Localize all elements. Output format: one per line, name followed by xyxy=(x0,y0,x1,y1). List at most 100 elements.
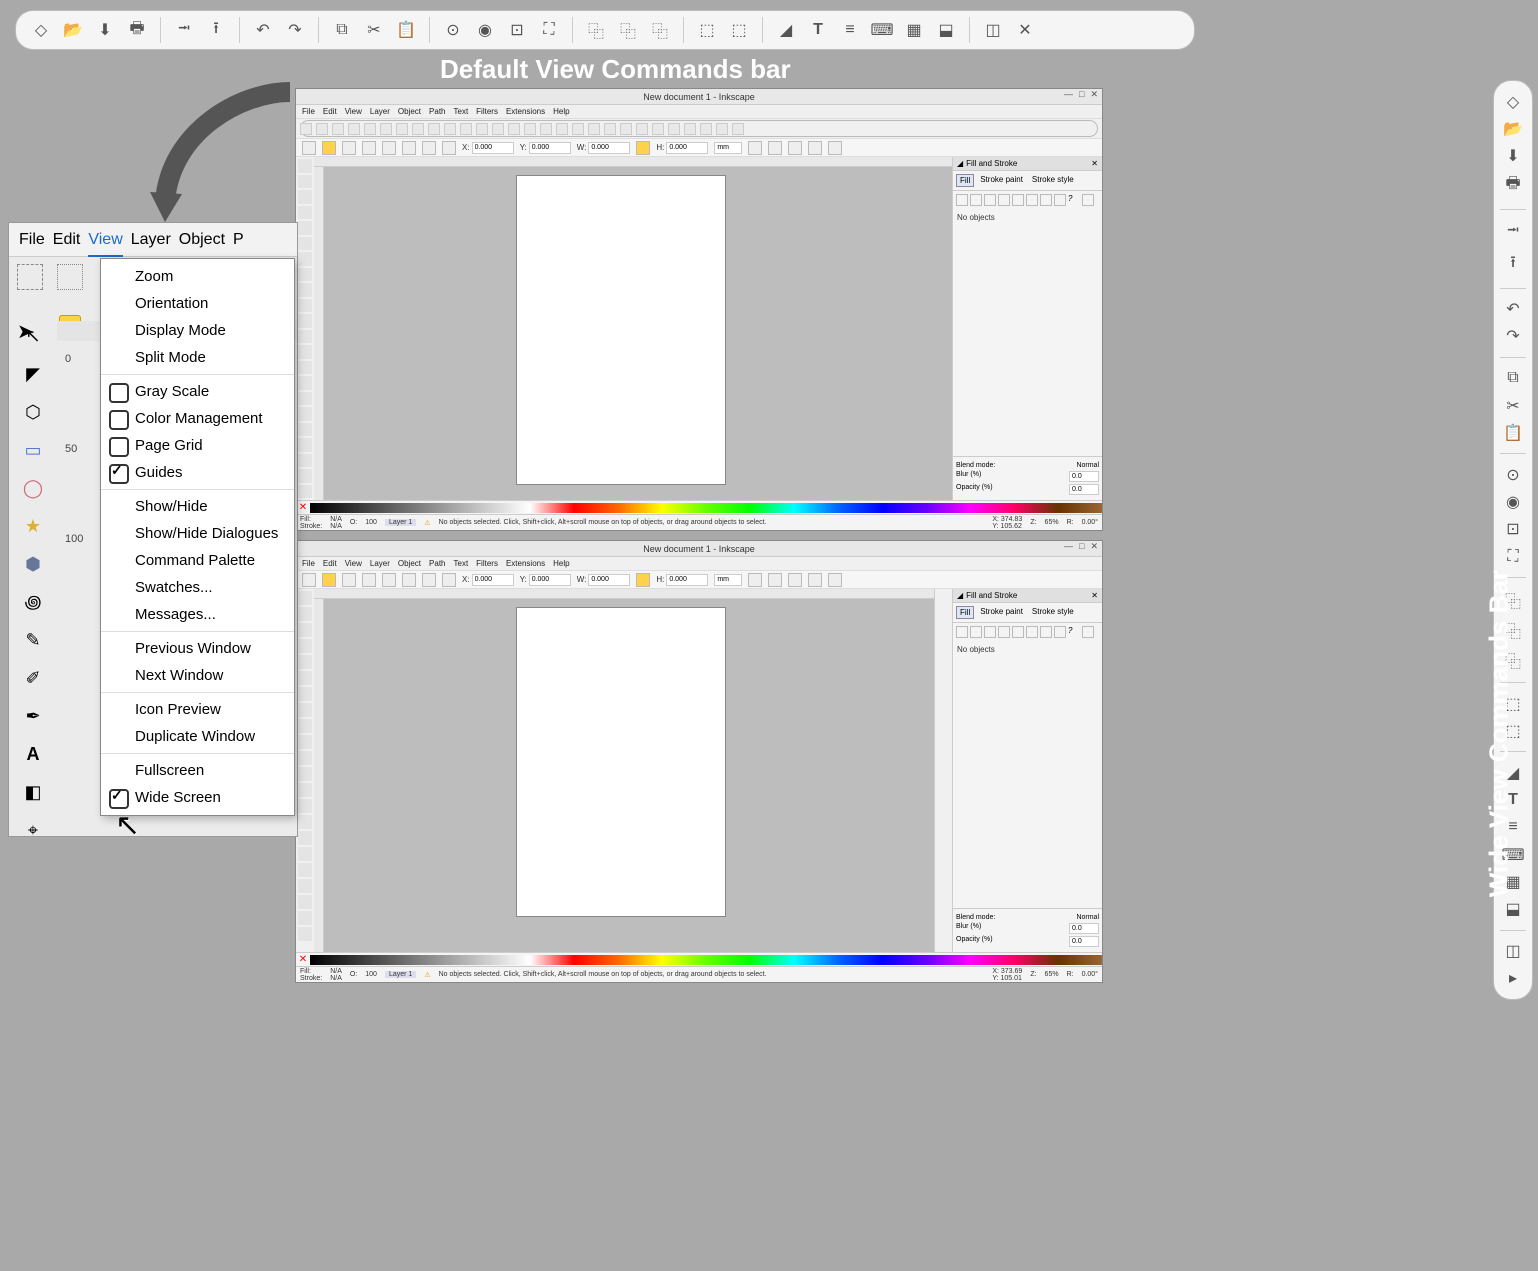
toolbox-tool[interactable] xyxy=(298,159,312,173)
spiral-tool-icon[interactable]: ꩜ xyxy=(18,587,48,617)
box3d-tool-icon[interactable]: ⬢ xyxy=(18,549,48,579)
blend-select[interactable]: Normal xyxy=(1076,914,1099,921)
toolbox-tool[interactable] xyxy=(298,376,312,390)
rotate-value[interactable]: 0.00° xyxy=(1082,971,1098,978)
toolbox-tool[interactable] xyxy=(298,345,312,359)
duplicate-icon[interactable]: ⿻ xyxy=(583,17,609,43)
blur-input[interactable] xyxy=(1069,471,1099,482)
arrow-tool-icon[interactable]: ↖ xyxy=(18,321,48,351)
ctrl-icon[interactable] xyxy=(382,573,396,587)
toolbox-tool[interactable] xyxy=(298,454,312,468)
toolbox-tool[interactable] xyxy=(298,687,312,701)
cut-icon[interactable]: ✂ xyxy=(361,17,387,43)
tb-icon[interactable] xyxy=(316,123,328,135)
toolbox-tool[interactable] xyxy=(298,831,312,845)
align-icon[interactable]: ▦ xyxy=(901,17,927,43)
save-icon[interactable]: ⬇ xyxy=(1500,146,1526,167)
zoom-move-icon[interactable]: ⛶ xyxy=(536,17,562,43)
tab-fill[interactable]: Fill xyxy=(956,174,974,187)
menu-view[interactable]: View xyxy=(345,107,362,116)
ungroup-icon[interactable]: ⬚ xyxy=(726,17,752,43)
zoom-move-icon[interactable]: ⛶ xyxy=(1500,546,1526,567)
zoom-page-icon[interactable]: ⊡ xyxy=(1500,519,1526,540)
document-page[interactable] xyxy=(516,175,726,485)
layer-indicator[interactable]: Layer 1 xyxy=(385,519,416,526)
menu-filters[interactable]: Filters xyxy=(476,559,498,568)
toolbox-tool[interactable] xyxy=(298,879,312,893)
menu-item-split-mode[interactable]: Split Mode xyxy=(101,344,294,371)
ctrl-icon[interactable] xyxy=(362,573,376,587)
menu-text[interactable]: Text xyxy=(454,107,469,116)
close-icon[interactable]: ✕ xyxy=(1090,89,1098,100)
zoom-fit-icon[interactable]: ⊙ xyxy=(440,17,466,43)
zoom-value[interactable]: 65% xyxy=(1045,971,1059,978)
toolbox-tool[interactable] xyxy=(298,799,312,813)
toolbox-tool[interactable] xyxy=(298,190,312,204)
ctrl-icon[interactable] xyxy=(808,573,822,587)
lock-icon[interactable] xyxy=(322,573,336,587)
zoom-page-icon[interactable]: ⊡ xyxy=(504,17,530,43)
menu-item-color-management[interactable]: Color Management xyxy=(101,405,294,432)
tb-icon[interactable] xyxy=(604,123,616,135)
toolbox-tool[interactable] xyxy=(298,314,312,328)
layer-indicator[interactable]: Layer 1 xyxy=(385,971,416,978)
toolbox-tool[interactable] xyxy=(298,469,312,483)
toolbox-tool[interactable] xyxy=(298,423,312,437)
menu-layer[interactable]: Layer xyxy=(131,231,171,249)
toolbox-tool[interactable] xyxy=(298,719,312,733)
menu-item-page-grid[interactable]: Page Grid xyxy=(101,432,294,459)
maximize-icon[interactable]: □ xyxy=(1079,541,1084,552)
blend-select[interactable]: Normal xyxy=(1076,462,1099,469)
new-icon[interactable]: ◇ xyxy=(28,17,54,43)
tb-icon[interactable] xyxy=(476,123,488,135)
tb-icon[interactable] xyxy=(540,123,552,135)
toolbox-tool[interactable] xyxy=(298,895,312,909)
toolbox-tool[interactable] xyxy=(298,283,312,297)
tb-icon[interactable] xyxy=(572,123,584,135)
docprops-icon[interactable]: ✕ xyxy=(1012,17,1038,43)
cut-icon[interactable]: ✂ xyxy=(1500,395,1526,416)
ctrl-icon[interactable] xyxy=(748,141,762,155)
ctrl-icon[interactable] xyxy=(422,573,436,587)
menu-item-messages[interactable]: Messages... xyxy=(101,601,294,628)
paste-icon[interactable]: 📋 xyxy=(1500,422,1526,443)
menu-item-gray-scale[interactable]: Gray Scale xyxy=(101,378,294,405)
ctrl-icon[interactable] xyxy=(382,141,396,155)
menu-item-show-hide[interactable]: Show/Hide xyxy=(101,493,294,520)
menu-object[interactable]: Object xyxy=(179,231,225,249)
toolbox-tool[interactable] xyxy=(298,591,312,605)
menu-file[interactable]: File xyxy=(19,231,45,249)
ctrl-icon[interactable] xyxy=(788,141,802,155)
menu-p[interactable]: P xyxy=(233,231,244,249)
tb-icon[interactable] xyxy=(508,123,520,135)
menu-layer[interactable]: Layer xyxy=(370,559,390,568)
undo-icon[interactable]: ↶ xyxy=(250,17,276,43)
pencil-tool-icon[interactable]: ✐ xyxy=(18,663,48,693)
layers-icon[interactable]: ≡ xyxy=(837,17,863,43)
menu-item-orientation[interactable]: Orientation xyxy=(101,290,294,317)
toolbox-tool[interactable] xyxy=(298,237,312,251)
ctrl-icon[interactable] xyxy=(442,141,456,155)
ctrl-icon[interactable] xyxy=(768,141,782,155)
menu-item-guides[interactable]: Guides xyxy=(101,459,294,486)
ctrl-icon[interactable] xyxy=(442,573,456,587)
tb-icon[interactable] xyxy=(412,123,424,135)
export-icon[interactable]: ⭱ xyxy=(203,17,229,43)
toolbox-tool[interactable] xyxy=(298,671,312,685)
xml-icon[interactable]: ⌨ xyxy=(869,17,895,43)
toolbox-tool[interactable] xyxy=(298,268,312,282)
menu-help[interactable]: Help xyxy=(553,559,569,568)
unlink-icon[interactable]: ⿻ xyxy=(647,17,673,43)
tb-icon[interactable] xyxy=(396,123,408,135)
tb-icon[interactable] xyxy=(620,123,632,135)
toolbox-tool[interactable] xyxy=(298,735,312,749)
menu-view[interactable]: View xyxy=(345,559,362,568)
dropper-tool-icon[interactable]: ⌖ xyxy=(18,815,48,845)
ctrl-icon[interactable] xyxy=(808,141,822,155)
menu-item-duplicate-window[interactable]: Duplicate Window xyxy=(101,723,294,750)
lock-icon[interactable] xyxy=(322,141,336,155)
x-input[interactable] xyxy=(472,142,514,154)
tb-icon[interactable] xyxy=(348,123,360,135)
x-input[interactable] xyxy=(472,574,514,586)
import-icon[interactable]: ⭲ xyxy=(171,17,197,43)
